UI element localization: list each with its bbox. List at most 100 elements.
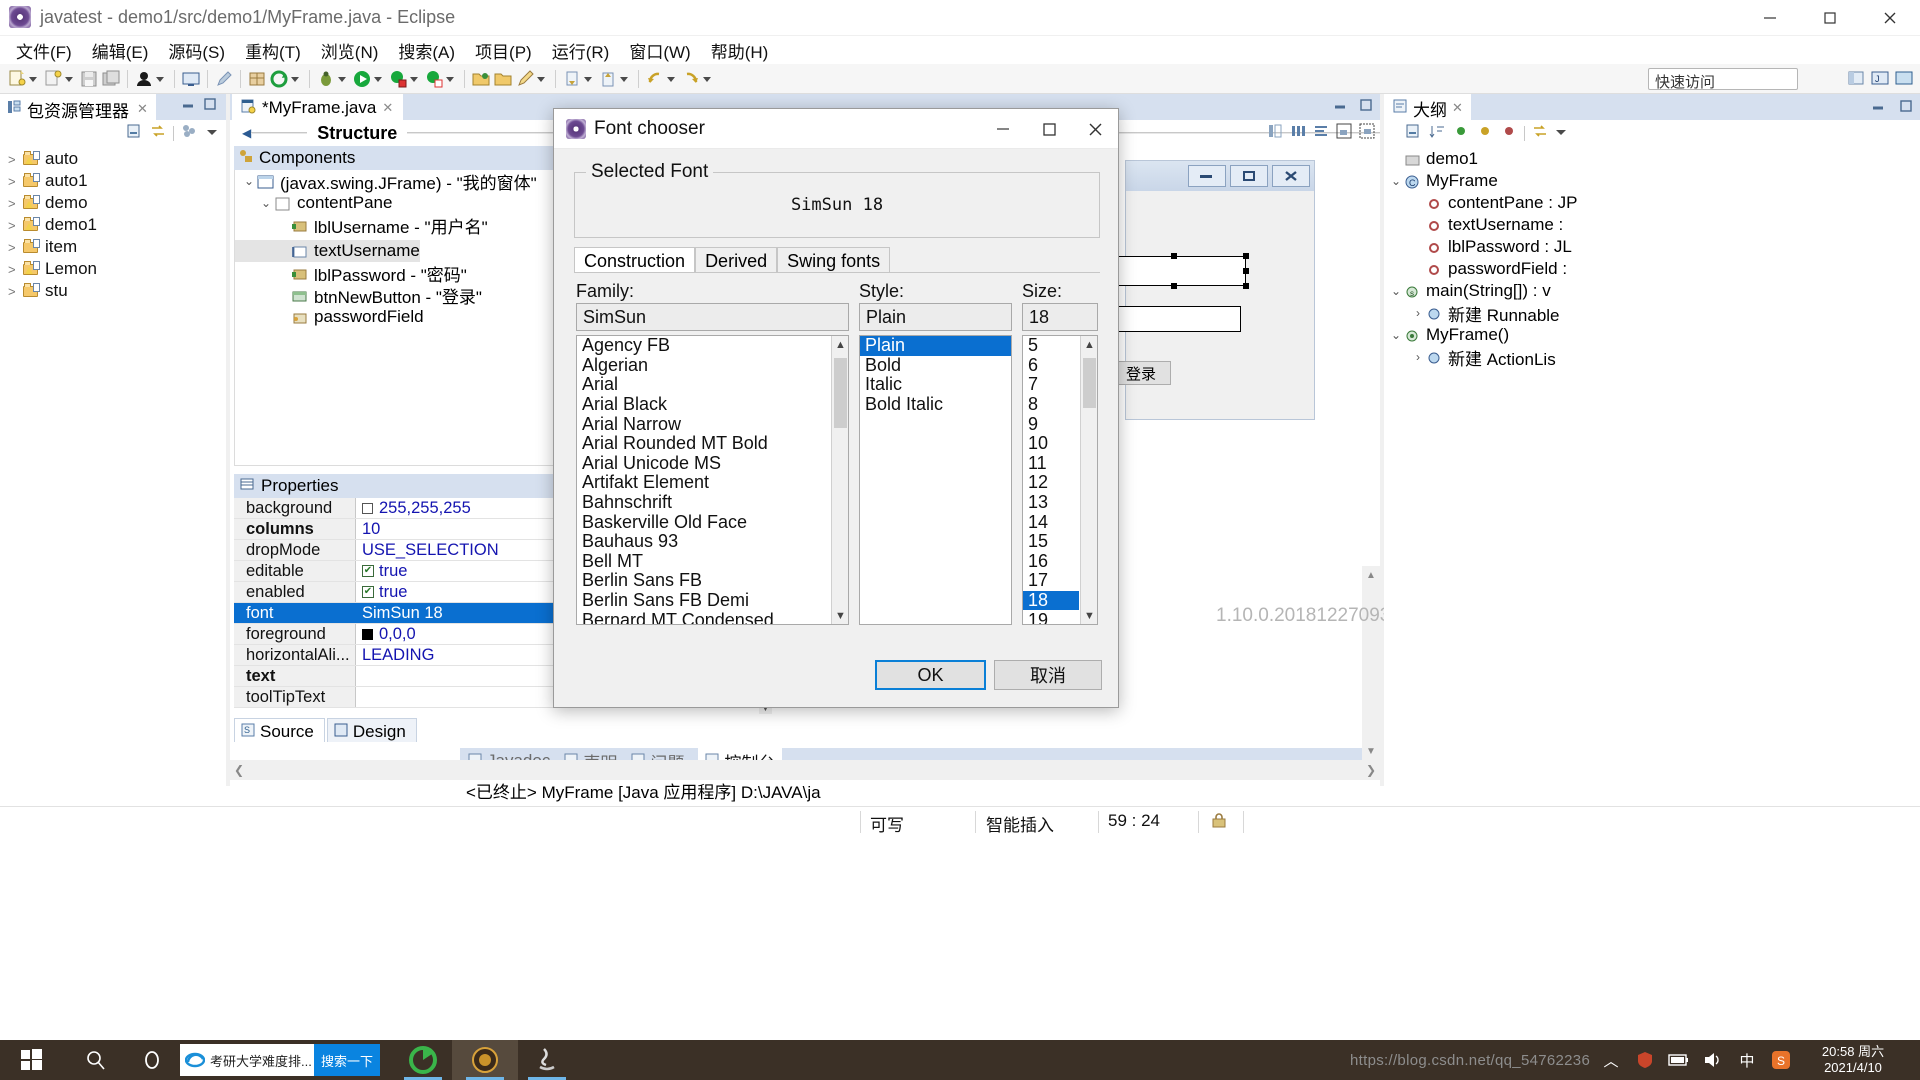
battery-icon[interactable]: [1662, 1040, 1696, 1080]
open-type-icon[interactable]: [493, 69, 513, 89]
pen-disabled-icon[interactable]: [214, 69, 234, 89]
maximize-view-icon[interactable]: [202, 96, 218, 112]
expand-arrow-icon[interactable]: >: [8, 196, 22, 211]
resize-handle[interactable]: [1243, 253, 1249, 259]
security-icon[interactable]: [1628, 1040, 1662, 1080]
taskbar-app-360browser[interactable]: [390, 1040, 456, 1080]
menu-item-8[interactable]: 窗口(W): [619, 36, 700, 65]
scroll-up-icon[interactable]: ▲: [832, 336, 848, 353]
scroll-down-icon[interactable]: ▼: [1362, 742, 1380, 760]
menu-item-6[interactable]: 项目(P): [465, 36, 542, 65]
close-icon[interactable]: ✕: [137, 101, 148, 117]
resize-handle[interactable]: [1171, 253, 1177, 259]
expand-arrow-icon[interactable]: >: [8, 174, 22, 189]
expand-arrow-icon[interactable]: ⌄: [258, 196, 274, 210]
size-list-item[interactable]: 18: [1023, 590, 1079, 611]
style-input[interactable]: Plain: [859, 303, 1012, 331]
link-with-editor-icon[interactable]: [149, 122, 167, 145]
next-annotation-icon[interactable]: [562, 69, 582, 89]
scroll-thumb[interactable]: [834, 358, 847, 428]
minimize-view-icon[interactable]: [1332, 97, 1348, 118]
class-dropdown-icon[interactable]: [64, 69, 75, 89]
family-list-item[interactable]: Bernard MT Condensed: [577, 610, 830, 624]
view-menu-icon[interactable]: [180, 122, 198, 145]
maximize-icon[interactable]: [1026, 109, 1072, 149]
sort-icon[interactable]: [1428, 122, 1446, 145]
component-tree-item[interactable]: textUsername: [235, 240, 420, 262]
outline-tree-item[interactable]: ⌄ C MyFrame: [1384, 170, 1920, 192]
family-list-item[interactable]: Arial Unicode MS: [577, 453, 830, 474]
close-icon[interactable]: [1072, 109, 1118, 149]
minimize-icon[interactable]: [1740, 0, 1800, 36]
menu-item-3[interactable]: 重构(T): [235, 36, 311, 65]
scroll-right-icon[interactable]: ❯: [1362, 760, 1380, 780]
chevron-left-icon[interactable]: ◀: [242, 126, 251, 140]
family-list-item[interactable]: Algerian: [577, 355, 830, 376]
outline-tree-item[interactable]: ⌄ MyFrame(): [1384, 324, 1920, 346]
show-hidden-icons-icon[interactable]: ︿: [1594, 1040, 1628, 1080]
taskbar-app-java[interactable]: [514, 1040, 580, 1080]
sogou-icon[interactable]: S: [1764, 1040, 1798, 1080]
package-tree-item[interactable]: > demo1: [0, 214, 226, 236]
cancel-button[interactable]: 取消: [994, 660, 1102, 690]
size-list-item[interactable]: 8: [1023, 394, 1079, 415]
hide-static-icon[interactable]: [1476, 122, 1494, 145]
family-list-item[interactable]: Arial Narrow: [577, 414, 830, 434]
taskbar-app-eclipse[interactable]: [452, 1040, 518, 1080]
size-list-item[interactable]: 7: [1023, 374, 1079, 395]
layout-tool-1-icon[interactable]: [1335, 122, 1353, 145]
dialog-tab[interactable]: Derived: [695, 247, 778, 273]
style-list-item[interactable]: Italic: [860, 374, 1011, 395]
expand-arrow-icon[interactable]: >: [8, 262, 22, 277]
align-columns-icon[interactable]: [1289, 122, 1307, 145]
collapse-all-icon[interactable]: [125, 122, 143, 145]
ime-indicator[interactable]: 中: [1730, 1040, 1764, 1080]
style-list-item[interactable]: Bold: [860, 355, 1011, 376]
save-icon[interactable]: [79, 69, 99, 89]
dialog-tab[interactable]: Construction: [574, 247, 696, 273]
package-tree-item[interactable]: > auto1: [0, 170, 226, 192]
preview-maximize-icon[interactable]: [1230, 165, 1268, 187]
refresh-dropdown-icon[interactable]: [290, 69, 301, 89]
close-icon[interactable]: ✕: [1452, 100, 1463, 116]
close-icon[interactable]: [1860, 0, 1920, 36]
outline-tree-item[interactable]: › 新建 Runnable: [1384, 302, 1920, 325]
expand-arrow-icon[interactable]: >: [8, 218, 22, 233]
maximize-icon[interactable]: [1800, 0, 1860, 36]
menu-item-2[interactable]: 源码(S): [158, 36, 235, 65]
next-ann-dropdown-icon[interactable]: [583, 69, 594, 89]
family-list-item[interactable]: Baskerville Old Face: [577, 512, 830, 532]
size-list-item[interactable]: 6: [1023, 355, 1079, 376]
maximize-view-icon[interactable]: [1898, 98, 1914, 119]
expand-arrow-icon[interactable]: ⌄: [1388, 284, 1404, 298]
tab-outline[interactable]: 大纲 ✕: [1384, 94, 1471, 120]
expand-arrow-icon[interactable]: ›: [1410, 306, 1426, 320]
menu-item-5[interactable]: 搜索(A): [388, 36, 465, 65]
preview-close-icon[interactable]: [1272, 165, 1310, 187]
family-scrollbar[interactable]: ▲ ▼: [831, 336, 848, 624]
size-list-item[interactable]: 14: [1023, 512, 1079, 532]
maximize-view-icon[interactable]: [1358, 97, 1374, 118]
style-list-item[interactable]: Plain: [860, 336, 1011, 356]
family-list-item[interactable]: Bell MT: [577, 551, 830, 572]
size-scrollbar[interactable]: ▲ ▼: [1080, 336, 1097, 624]
expand-arrow-icon[interactable]: ⌄: [1388, 328, 1404, 342]
size-list-item[interactable]: 11: [1023, 453, 1079, 474]
size-list-item[interactable]: 5: [1023, 336, 1079, 356]
design-perspective-icon[interactable]: [1894, 68, 1914, 93]
expand-arrow-icon[interactable]: >: [8, 240, 22, 255]
minimize-view-icon[interactable]: [1870, 98, 1886, 119]
task-view-icon[interactable]: [130, 1040, 174, 1080]
runcfg-dropdown-icon[interactable]: [409, 69, 420, 89]
run-dropdown-icon[interactable]: [373, 69, 384, 89]
scroll-down-icon[interactable]: ▼: [1081, 607, 1097, 624]
family-list-item[interactable]: Arial: [577, 374, 830, 395]
size-list-item[interactable]: 15: [1023, 531, 1079, 552]
family-list-item[interactable]: Arial Rounded MT Bold: [577, 433, 830, 454]
prev-annotation-icon[interactable]: [598, 69, 618, 89]
expand-arrow-icon[interactable]: ⌄: [241, 174, 257, 188]
scroll-left-icon[interactable]: ❮: [230, 760, 248, 780]
preview-login-button[interactable]: 登录: [1111, 361, 1171, 385]
preview-minimize-icon[interactable]: [1188, 165, 1226, 187]
debug-dropdown-icon[interactable]: [337, 69, 348, 89]
